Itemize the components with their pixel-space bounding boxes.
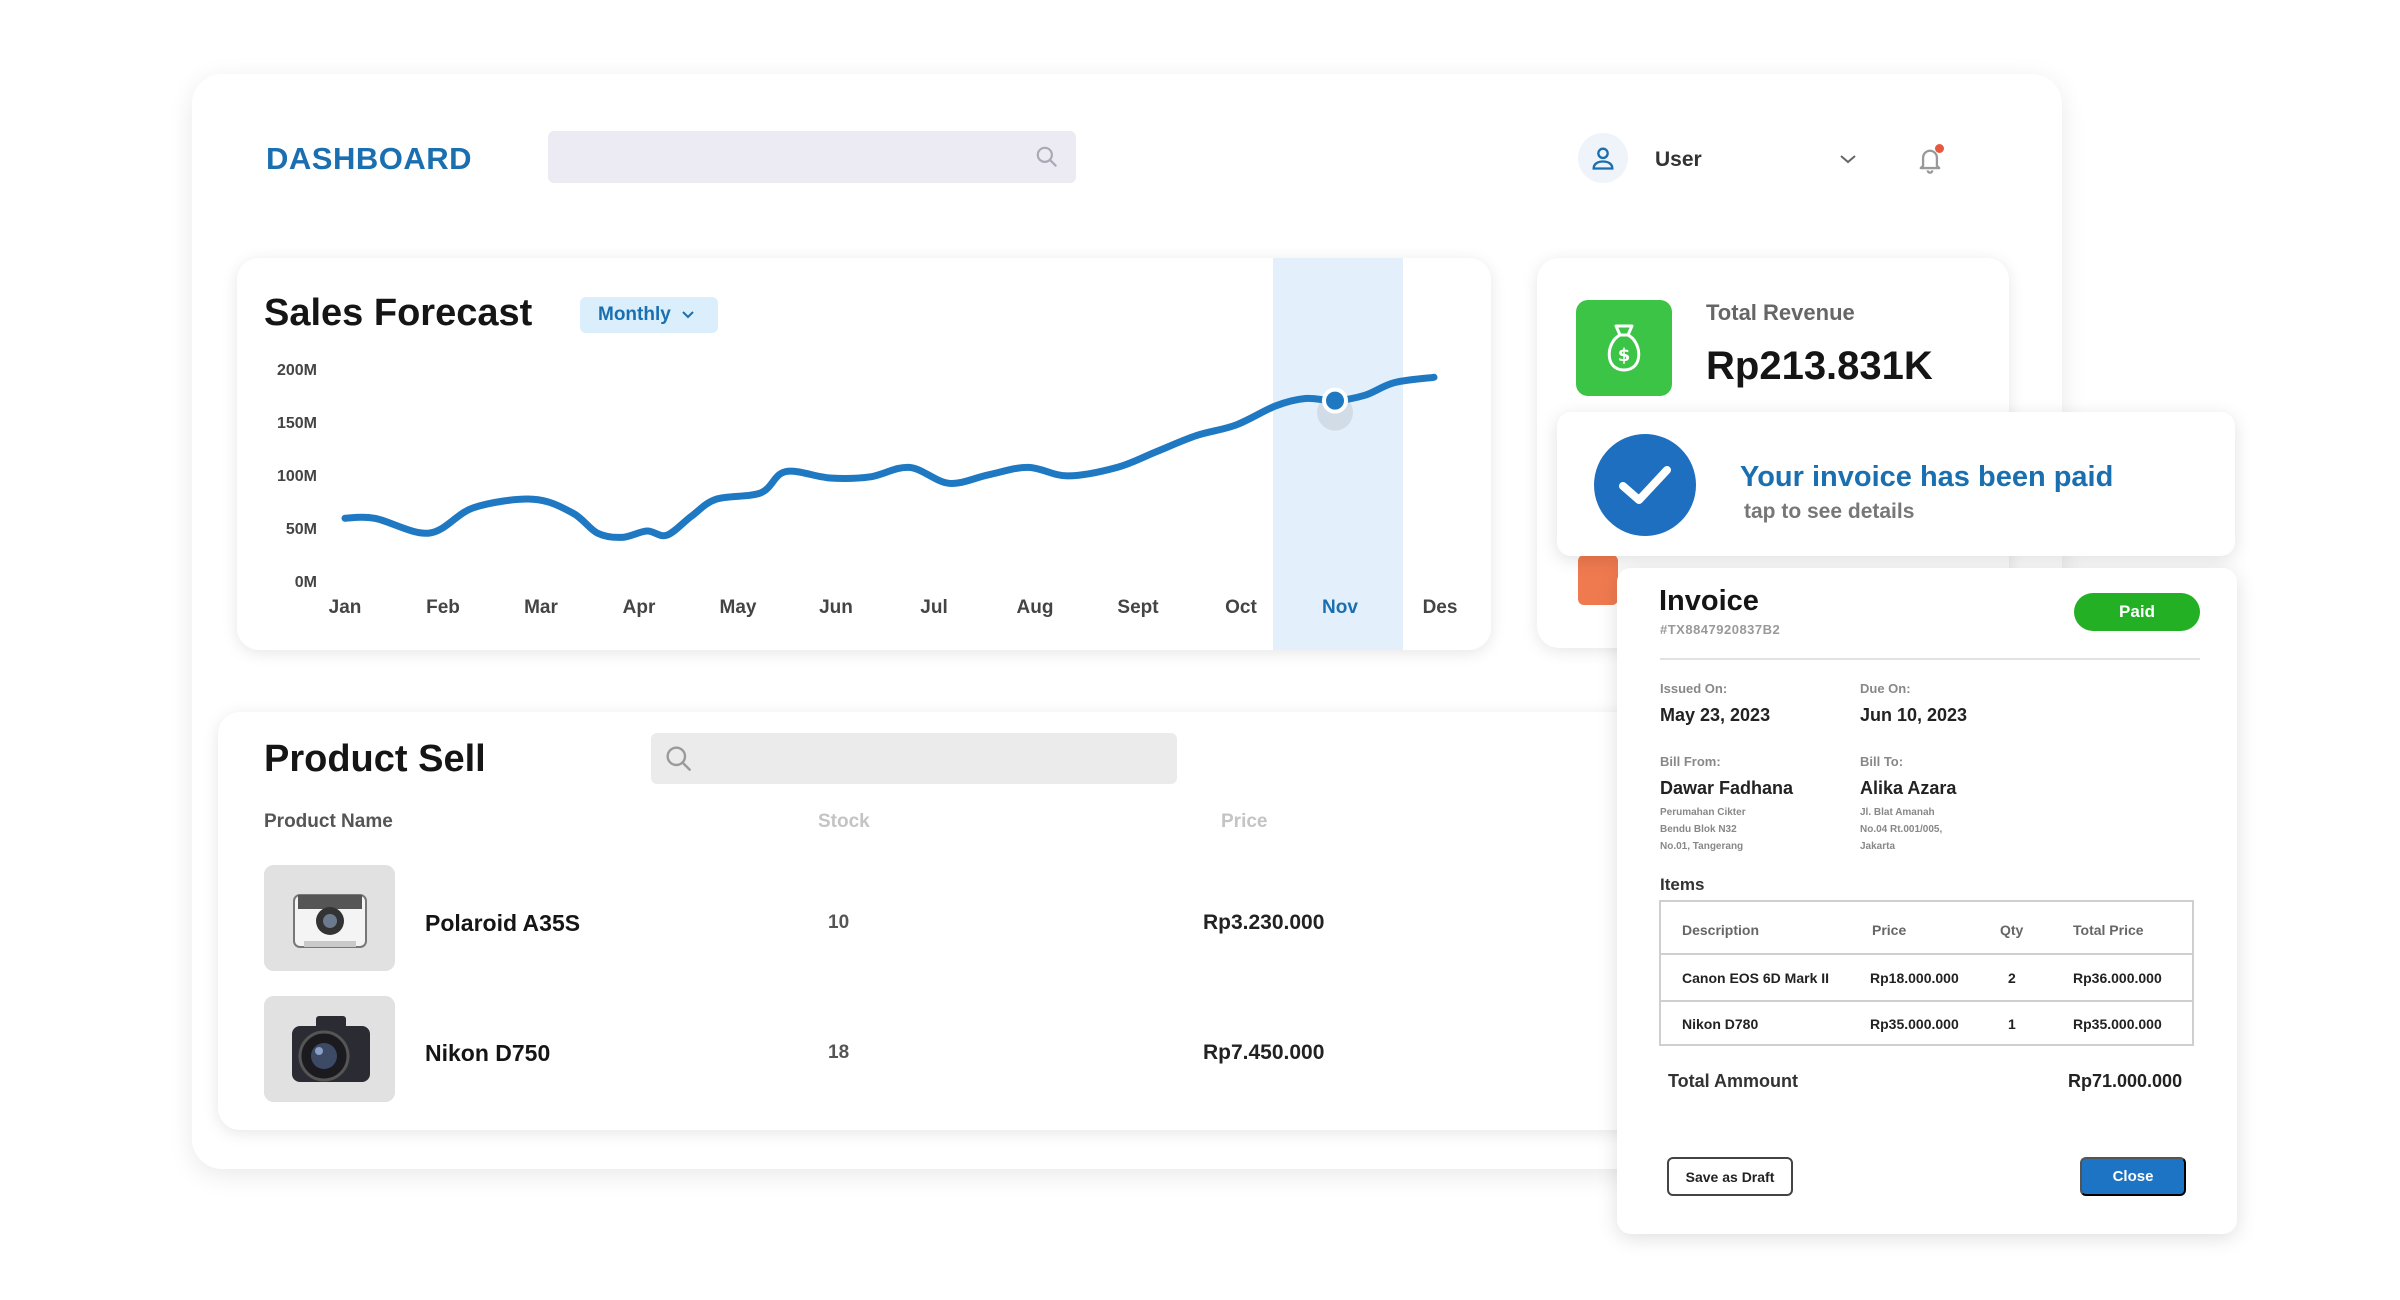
item-price: Rp35.000.000 — [1870, 1016, 1959, 1032]
address-line: Jakarta — [1860, 841, 1896, 852]
product-stock: 18 — [828, 1042, 850, 1063]
money-bag-icon: $ — [1576, 300, 1672, 396]
product-sell-title: Product Sell — [264, 738, 486, 780]
total-amount-label: Total Ammount — [1668, 1071, 1798, 1091]
y-tick: 100M — [276, 468, 317, 485]
notification-dot — [1935, 144, 1944, 153]
chevron-down-icon[interactable] — [1838, 152, 1858, 166]
item-qty: 2 — [2008, 970, 2016, 986]
invoice-id: #TX8847920837B2 — [1660, 622, 1781, 637]
x-tick: Sept — [1117, 597, 1159, 618]
x-tick: Aug — [1016, 597, 1054, 618]
y-tick: 0M — [294, 574, 317, 591]
item-description: Nikon D780 — [1682, 1016, 1759, 1032]
y-tick: 50M — [285, 521, 317, 538]
due-date: Jun 10, 2023 — [1860, 705, 1968, 725]
product-thumbnail[interactable] — [264, 996, 395, 1102]
address-line: No.04 Rt.001/005, — [1860, 824, 1943, 835]
product-price: Rp3.230.000 — [1203, 911, 1325, 934]
product-name[interactable]: Polaroid A35S — [425, 910, 580, 937]
highlight-nov-column — [1273, 258, 1403, 650]
period-label: Monthly — [598, 304, 671, 325]
issued-label: Issued On: — [1660, 681, 1728, 696]
product-price: Rp7.450.000 — [1203, 1041, 1325, 1064]
address-line: Perumahan Cikter — [1660, 807, 1746, 818]
x-tick: Des — [1422, 597, 1458, 618]
address-line: No.01, Tangerang — [1660, 841, 1744, 852]
table-rule — [1661, 953, 2192, 955]
brand-title: DASHBOARD — [266, 141, 472, 176]
item-price: Rp18.000.000 — [1870, 970, 1959, 986]
bill-to-address: Jl. Blat Amanah No.04 Rt.001/005, Jakart… — [1860, 804, 1942, 855]
x-tick: Nov — [1322, 597, 1358, 618]
x-tick: May — [719, 597, 757, 618]
product-thumbnail[interactable] — [264, 865, 395, 971]
svg-text:$: $ — [1618, 345, 1631, 366]
dslr-camera-icon — [264, 996, 395, 1102]
x-tick: Oct — [1225, 597, 1257, 618]
items-header-total: Total Price — [2073, 922, 2144, 938]
item-total: Rp36.000.000 — [2073, 970, 2162, 986]
product-search-input[interactable] — [651, 733, 1177, 784]
invoice-title: Invoice — [1659, 585, 1759, 617]
user-icon — [1592, 147, 1614, 170]
search-icon[interactable] — [1034, 144, 1060, 170]
address-line: Bendu Blok N32 — [1660, 824, 1737, 835]
instant-camera-icon — [264, 865, 395, 971]
item-total: Rp35.000.000 — [2073, 1016, 2162, 1032]
close-button[interactable]: Close — [2080, 1157, 2186, 1196]
notification-title: Your invoice has been paid — [1740, 461, 2114, 493]
items-label: Items — [1660, 875, 1705, 894]
x-tick: Jul — [920, 597, 948, 618]
sales-forecast-title: Sales Forecast — [264, 292, 533, 334]
global-search-input[interactable] — [548, 131, 1076, 183]
items-header-description: Description — [1682, 922, 1760, 938]
x-tick: Mar — [524, 597, 558, 618]
x-tick: Feb — [426, 597, 460, 618]
save-draft-button[interactable]: Save as Draft — [1667, 1157, 1793, 1196]
user-name[interactable]: User — [1655, 148, 1702, 172]
x-tick: Jan — [328, 597, 362, 618]
product-stock: 10 — [828, 912, 850, 933]
bill-from-name: Dawar Fadhana — [1660, 778, 1794, 798]
secondary-stat-icon — [1578, 555, 1618, 605]
search-icon[interactable] — [663, 743, 695, 775]
bill-to-label: Bill To: — [1860, 754, 1904, 769]
revenue-label: Total Revenue — [1706, 300, 1855, 325]
column-header-price: Price — [1221, 811, 1268, 832]
x-tick: Jun — [819, 597, 853, 618]
issued-date: May 23, 2023 — [1660, 705, 1771, 725]
y-tick: 150M — [276, 415, 317, 432]
item-qty: 1 — [2008, 1016, 2016, 1032]
user-avatar[interactable] — [1578, 133, 1628, 183]
table-rule — [1661, 1000, 2192, 1002]
product-name[interactable]: Nikon D750 — [425, 1040, 550, 1067]
due-label: Due On: — [1860, 681, 1911, 696]
total-amount-value: Rp71.000.000 — [2068, 1071, 2183, 1091]
address-line: Jl. Blat Amanah — [1860, 807, 1935, 818]
items-header-price: Price — [1872, 922, 1907, 938]
items-header-qty: Qty — [2000, 922, 2024, 938]
chevron-down-icon — [682, 311, 694, 319]
column-header-name: Product Name — [264, 811, 393, 832]
y-tick: 200M — [276, 362, 317, 379]
check-circle-icon — [1594, 434, 1696, 536]
period-dropdown[interactable]: Monthly — [580, 297, 718, 333]
bill-from-label: Bill From: — [1660, 754, 1721, 769]
column-header-stock: Stock — [818, 811, 870, 832]
divider — [1660, 658, 2200, 660]
paid-status-badge: Paid — [2074, 593, 2200, 631]
revenue-value: Rp213.831K — [1706, 344, 1933, 388]
bill-to-name: Alika Azara — [1860, 778, 1957, 798]
notification-subtitle[interactable]: tap to see details — [1744, 500, 1914, 524]
bill-from-address: Perumahan Cikter Bendu Blok N32 No.01, T… — [1660, 804, 1746, 855]
item-description: Canon EOS 6D Mark II — [1682, 970, 1830, 986]
x-tick: Apr — [622, 597, 656, 618]
